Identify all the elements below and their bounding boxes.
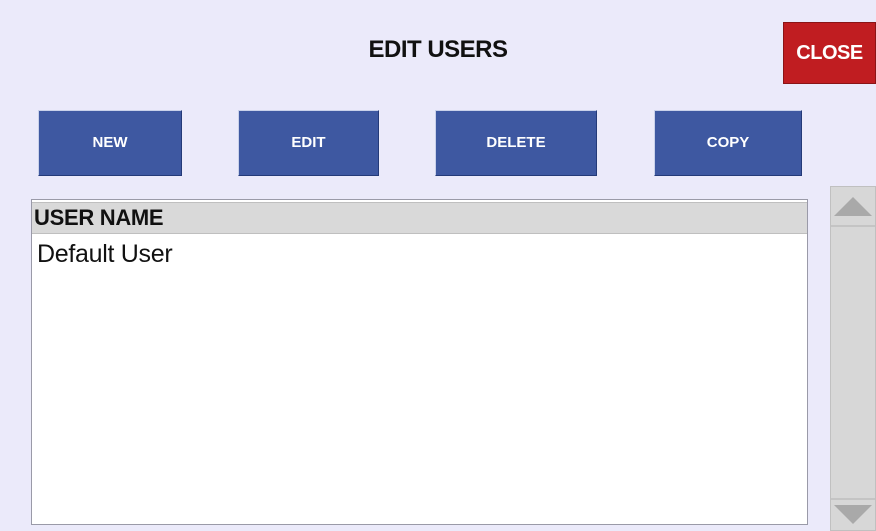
triangle-up-icon [834, 197, 872, 216]
scroll-track[interactable] [831, 227, 875, 498]
user-list: USER NAME Default User [31, 199, 808, 525]
close-button[interactable]: CLOSE [783, 22, 876, 84]
scroll-down-button[interactable] [831, 498, 875, 530]
copy-button[interactable]: COPY [654, 110, 802, 176]
scroll-up-button[interactable] [831, 187, 875, 227]
column-header-user-name: USER NAME [32, 202, 807, 234]
edit-users-window: EDIT USERS CLOSE NEW EDIT DELETE COPY US… [0, 0, 876, 531]
list-item[interactable]: Default User [32, 237, 807, 271]
delete-button[interactable]: DELETE [435, 110, 597, 176]
vertical-scrollbar[interactable] [830, 186, 876, 531]
page-title: EDIT USERS [368, 36, 508, 63]
edit-button[interactable]: EDIT [238, 110, 379, 176]
triangle-down-icon [834, 505, 872, 524]
new-button[interactable]: NEW [38, 110, 182, 176]
